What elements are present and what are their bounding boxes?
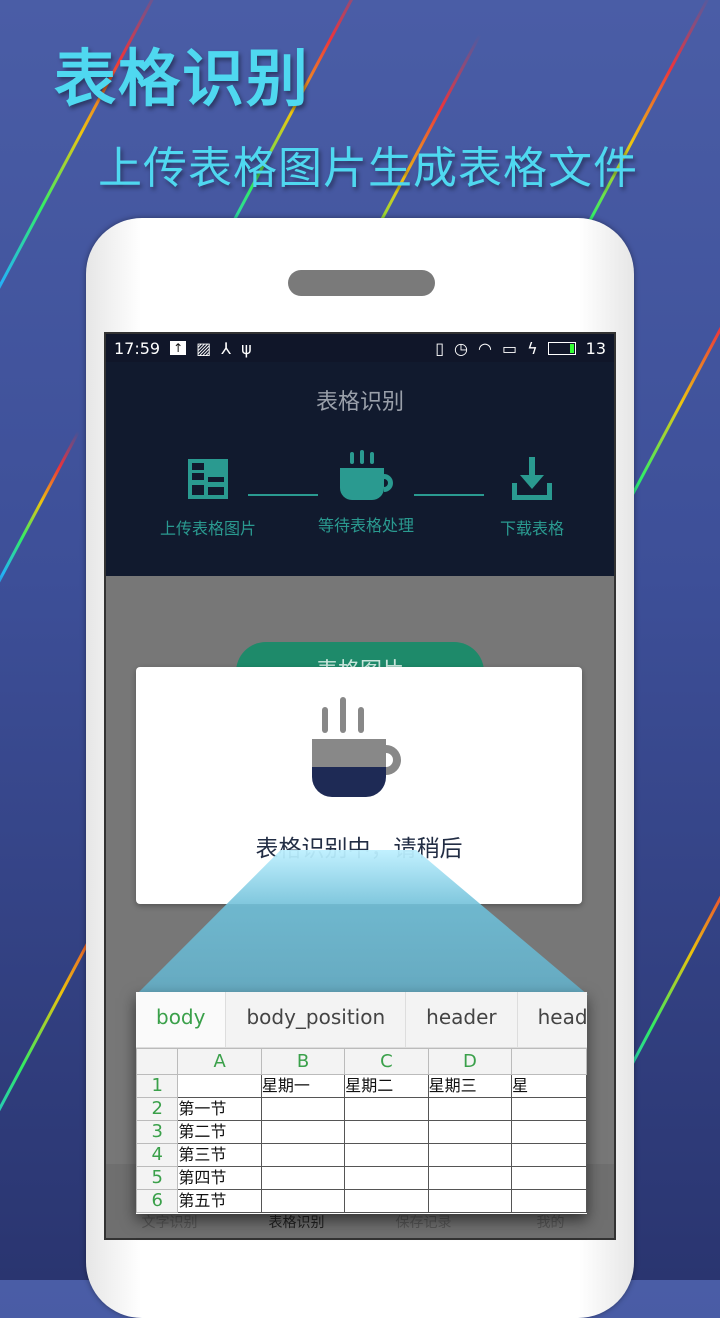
vibrate-icon: ▯ [435, 338, 445, 358]
tab-table-recognition[interactable]: 表格识别 [233, 1212, 360, 1232]
row-header[interactable]: 3 [136, 1120, 179, 1144]
alarm-icon: ◷ [454, 338, 468, 358]
table-row: 2 第一节 [136, 1097, 587, 1121]
table-cell[interactable] [427, 1166, 513, 1190]
step-download: 下载表格 [462, 457, 602, 539]
column-header-row: A B C D [136, 1048, 587, 1075]
tab-text-recognition[interactable]: 文字识别 [106, 1212, 233, 1232]
sheet-grid: A B C D 1 星期一 星期二 星期三星 2 第一节 3 第二节 4 第三节 5 第四节 6 第五节 [136, 1048, 587, 1213]
table-cell[interactable] [260, 1120, 346, 1144]
table-cell[interactable] [427, 1097, 513, 1121]
step-upload: 上传表格图片 [138, 457, 278, 539]
spreadsheet-preview: body body_position header header A B C D… [136, 992, 587, 1214]
step-label: 下载表格 [499, 519, 564, 538]
column-header[interactable]: C [344, 1048, 429, 1075]
sim-icon: ▭ [501, 338, 518, 358]
column-header[interactable]: B [260, 1048, 346, 1075]
table-row: 3 第二节 [136, 1120, 587, 1144]
battery-icon [547, 341, 576, 355]
charging-icon: ϟ [527, 338, 538, 358]
table-cell[interactable]: 第二节 [177, 1120, 262, 1144]
table-row: 1 星期一 星期二 星期三星 [136, 1074, 587, 1098]
table-row: 4 第三节 [136, 1143, 587, 1167]
table-cell[interactable] [511, 1097, 587, 1121]
tab-saved-records[interactable]: 保存记录 [360, 1212, 487, 1232]
table-cell[interactable] [511, 1189, 587, 1213]
download-icon [512, 457, 552, 500]
table-cell[interactable] [511, 1120, 587, 1144]
table-cell[interactable] [177, 1074, 262, 1098]
row-header[interactable]: 4 [136, 1143, 179, 1167]
step-label: 等待表格处理 [317, 516, 414, 535]
table-cell[interactable] [260, 1097, 346, 1121]
table-cell[interactable] [511, 1166, 587, 1190]
row-header[interactable]: 1 [136, 1074, 179, 1098]
table-row: 6 第五节 [136, 1189, 587, 1213]
row-header[interactable]: 5 [136, 1166, 179, 1190]
table-cell[interactable] [260, 1143, 346, 1167]
table-cell[interactable] [344, 1097, 429, 1121]
decor-streak [0, 431, 80, 609]
table-cell[interactable]: 星 [511, 1074, 587, 1098]
table-cell[interactable] [427, 1189, 513, 1213]
app-header: 表格识别 上传表格图片 等待表格处理 下载表格 [106, 362, 614, 576]
sheet-tab-header-2[interactable]: header [518, 992, 587, 1047]
table-row: 5 第四节 [136, 1166, 587, 1190]
table-cell[interactable]: 第四节 [177, 1166, 262, 1190]
column-header[interactable]: A [177, 1048, 262, 1075]
sheet-tab-body[interactable]: body [136, 992, 227, 1047]
wifi-icon: ◠ [477, 338, 492, 358]
table-cell[interactable]: 第五节 [177, 1189, 262, 1213]
row-header[interactable]: 6 [136, 1189, 179, 1213]
table-cell[interactable]: 第三节 [177, 1143, 262, 1167]
share-icon: ⅄ [221, 338, 232, 358]
table-cell[interactable] [260, 1189, 346, 1213]
phone-speaker [288, 270, 435, 296]
table-cell[interactable] [427, 1120, 513, 1144]
coffee-cup-icon [340, 450, 393, 500]
battery-level: 13 [585, 338, 606, 358]
sheet-tabs: body body_position header header [136, 992, 587, 1048]
column-header[interactable] [511, 1048, 587, 1075]
step-wait: 等待表格处理 [296, 450, 436, 536]
sheet-tab-header[interactable]: header [406, 992, 518, 1047]
table-cell[interactable] [427, 1143, 513, 1167]
corner-cell [136, 1048, 179, 1075]
promo-subtitle: 上传表格图片生成表格文件 [98, 143, 638, 194]
usb-icon: ψ [241, 338, 252, 358]
table-cell[interactable]: 星期一 [260, 1074, 346, 1098]
table-cell[interactable]: 星期三 [427, 1074, 513, 1098]
table-cell[interactable] [344, 1143, 429, 1167]
image-icon: ▨ [196, 338, 212, 358]
table-cell[interactable] [511, 1143, 587, 1167]
table-cell[interactable]: 第一节 [177, 1097, 262, 1121]
promo-title: 表格识别 [54, 42, 311, 115]
table-cell[interactable] [344, 1120, 429, 1144]
table-cell[interactable] [260, 1166, 346, 1190]
status-bar: 17:59 ↑ ▨ ⅄ ψ ▯ ◷ ◠ ▭ ϟ 13 [106, 334, 614, 362]
table-icon [188, 459, 228, 499]
table-cell[interactable] [344, 1189, 429, 1213]
row-header[interactable]: 2 [136, 1097, 179, 1121]
coffee-cup-icon [312, 697, 401, 797]
status-time: 17:59 [114, 338, 161, 358]
step-label: 上传表格图片 [159, 519, 256, 538]
column-header[interactable]: D [427, 1048, 513, 1075]
table-cell[interactable] [344, 1166, 429, 1190]
sheet-tab-body-position[interactable]: body_position [226, 992, 407, 1047]
tab-mine[interactable]: 我的 [487, 1212, 614, 1232]
upload-icon: ↑ [170, 341, 187, 355]
table-cell[interactable]: 星期二 [344, 1074, 429, 1098]
page-title: 表格识别 [315, 390, 404, 415]
